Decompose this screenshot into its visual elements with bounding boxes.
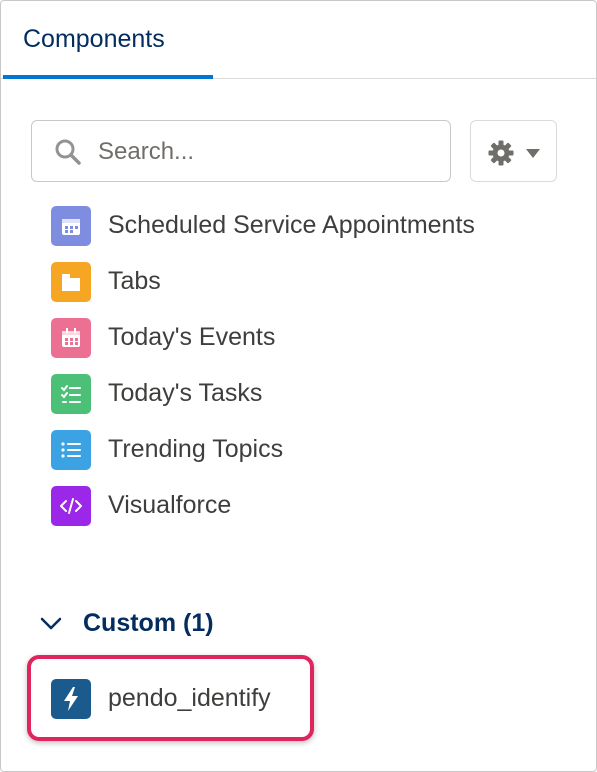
component-item-label: Scheduled Service Appointments (108, 211, 475, 239)
search-icon (55, 139, 81, 165)
components-panel: Components Search... Scheduled Service A… (0, 0, 597, 772)
component-item-label: Today's Tasks (108, 379, 263, 407)
lightning-bolt-icon (51, 679, 91, 719)
component-item-trending-topics[interactable]: Trending Topics (51, 430, 551, 470)
component-item-visualforce[interactable]: Visualforce (51, 486, 551, 526)
calendar-icon (51, 318, 91, 358)
standard-components-list: Scheduled Service Appointments Tabs Toda… (1, 206, 596, 551)
checklist-icon (51, 374, 91, 414)
chevron-down-icon (40, 617, 62, 630)
gear-icon (488, 140, 514, 166)
search-box (31, 120, 451, 182)
component-item-todays-tasks[interactable]: Today's Tasks (51, 374, 551, 414)
tab-bar: Components (1, 1, 596, 79)
component-item-todays-events[interactable]: Today's Events (51, 318, 551, 358)
tab-components-label: Components (23, 25, 165, 53)
list-icon (51, 430, 91, 470)
component-item-label: Trending Topics (108, 435, 284, 463)
folder-tab-icon (51, 262, 91, 302)
calendar-grid-icon (51, 206, 91, 246)
component-item-label: pendo_identify (108, 684, 271, 712)
search-input[interactable] (96, 131, 440, 173)
component-item-label: Tabs (108, 267, 161, 295)
code-icon (51, 486, 91, 526)
component-item-scheduled-service-appointments[interactable]: Scheduled Service Appointments (51, 206, 551, 246)
tab-components[interactable]: Components (3, 1, 213, 79)
caret-down-icon (526, 149, 540, 158)
component-item-label: Today's Events (108, 323, 276, 351)
section-title: Custom (1) (83, 609, 214, 637)
custom-section-header[interactable]: Custom (1) (39, 604, 439, 644)
active-tab-indicator (3, 75, 213, 79)
settings-menu-button[interactable] (470, 120, 557, 182)
component-item-pendo-identify[interactable]: pendo_identify (51, 679, 301, 719)
component-item-tabs[interactable]: Tabs (51, 262, 551, 302)
component-item-label: Visualforce (108, 491, 232, 519)
